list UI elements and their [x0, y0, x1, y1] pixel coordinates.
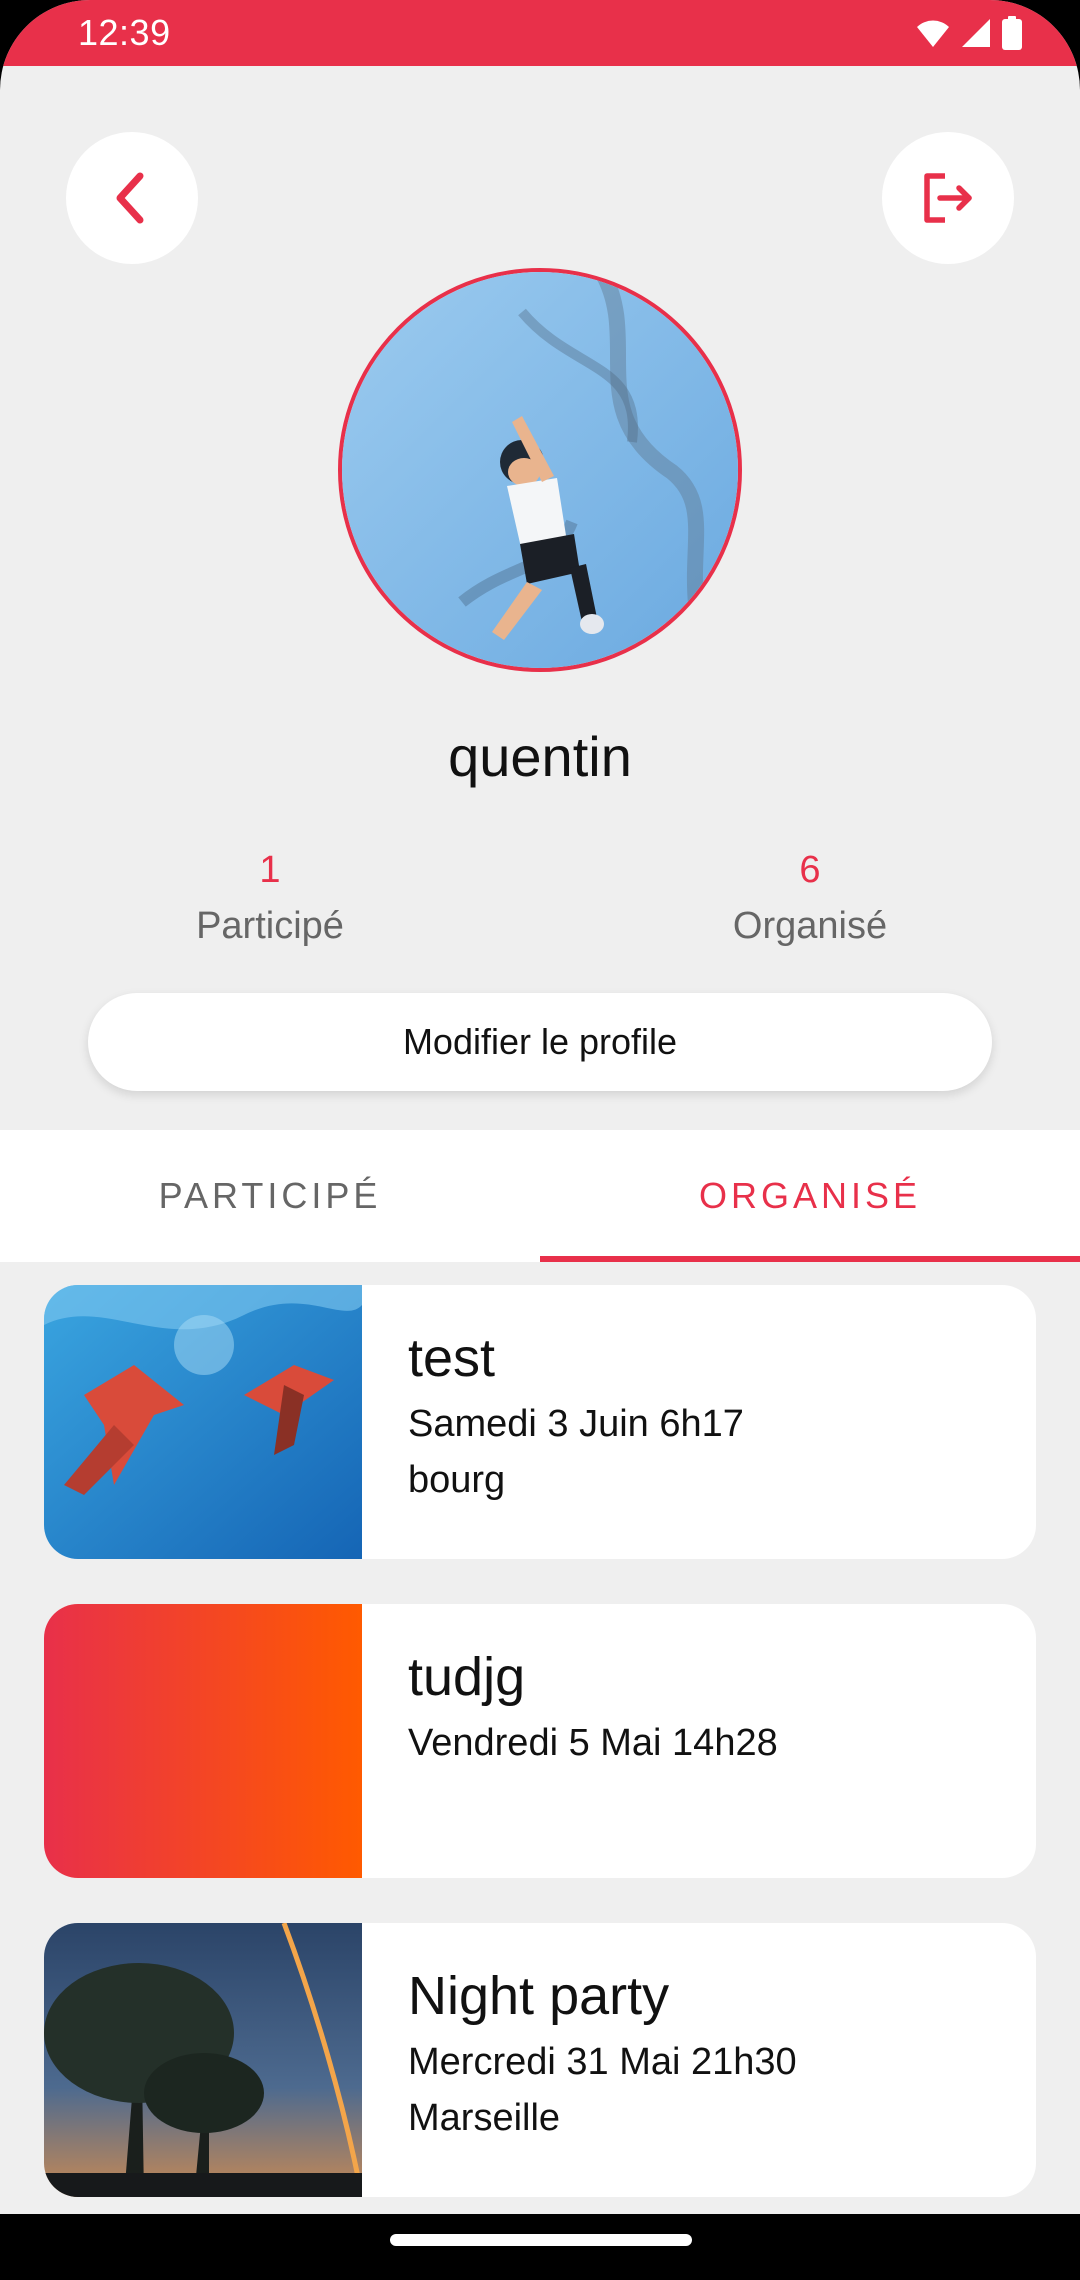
status-bar: 12:39	[0, 0, 1080, 66]
tab-bar: PARTICIPÉ ORGANISÉ	[0, 1130, 1080, 1262]
tab-participe[interactable]: PARTICIPÉ	[0, 1130, 540, 1262]
stat-participe-label: Participé	[196, 905, 344, 947]
home-indicator[interactable]	[390, 2234, 692, 2246]
edit-profile-button[interactable]: Modifier le profile	[88, 993, 992, 1091]
stat-organise-value: 6	[799, 849, 821, 891]
profile-screen: 12:39 quentin 1 Participé 6 Organisé Mod…	[0, 0, 1080, 2280]
event-card[interactable]: tudjg Vendredi 5 Mai 14h28	[44, 1604, 1036, 1878]
event-place: bourg	[408, 1459, 506, 1501]
stat-organise-label: Organisé	[732, 905, 888, 947]
battery-icon	[1002, 16, 1022, 50]
tab-organise[interactable]: ORGANISÉ	[540, 1130, 1080, 1262]
event-image	[44, 1285, 362, 1559]
stat-organise: 6 Organisé	[630, 846, 990, 952]
navigation-bar	[0, 2214, 1080, 2280]
event-card[interactable]: Night party Mercredi 31 Mai 21h30 Marsei…	[44, 1923, 1036, 2197]
event-card[interactable]: test Samedi 3 Juin 6h17 bourg	[44, 1285, 1036, 1559]
tab-indicator	[540, 1256, 1080, 1262]
event-title: test	[408, 1328, 496, 1388]
event-image	[44, 1923, 362, 2197]
stat-participe: 1 Participé	[90, 846, 450, 952]
username: quentin	[448, 725, 632, 788]
stat-participe-value: 1	[259, 849, 281, 891]
event-date: Vendredi 5 Mai 14h28	[408, 1722, 778, 1764]
event-date: Samedi 3 Juin 6h17	[408, 1403, 744, 1445]
event-image	[44, 1604, 362, 1878]
logout-button[interactable]	[882, 132, 1014, 264]
back-button[interactable]	[66, 132, 198, 264]
status-icons	[916, 14, 1022, 52]
status-time: 12:39	[78, 12, 171, 53]
logout-icon	[924, 173, 972, 223]
signal-icon	[962, 19, 990, 47]
chevron-left-icon	[116, 172, 144, 224]
avatar	[338, 268, 742, 672]
event-title: Night party	[408, 1966, 670, 2026]
event-place: Marseille	[408, 2097, 561, 2139]
event-title: tudjg	[408, 1647, 526, 1707]
event-date: Mercredi 31 Mai 21h30	[408, 2041, 797, 2083]
wifi-icon	[917, 20, 949, 47]
